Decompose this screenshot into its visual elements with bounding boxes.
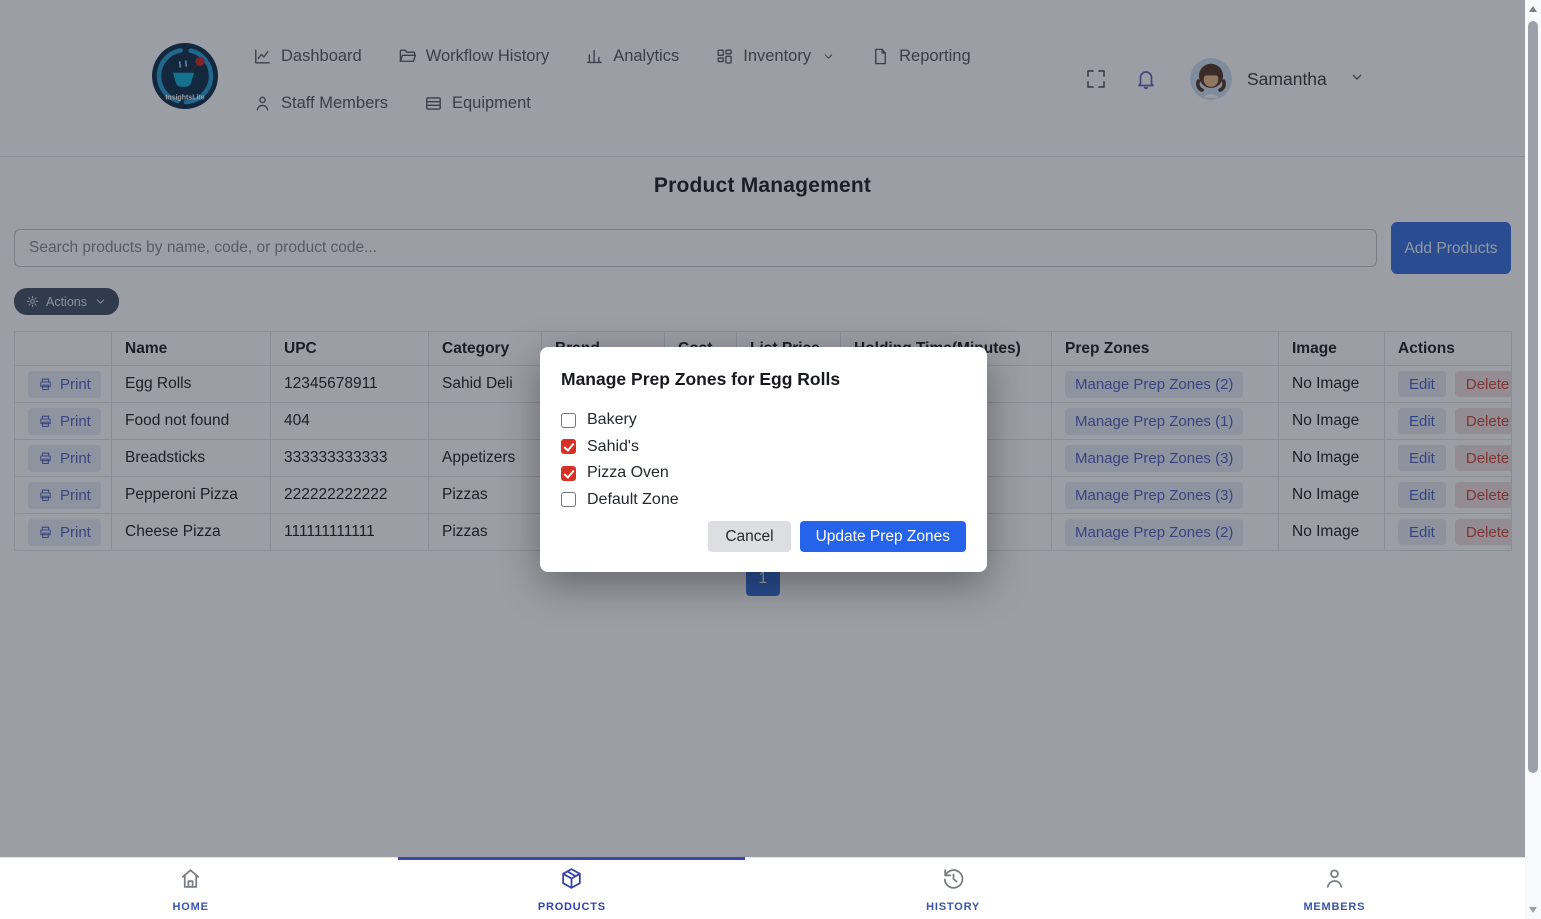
cube-icon [559, 866, 584, 896]
modal-title: Manage Prep Zones for Egg Rolls [561, 369, 841, 389]
bottom-nav-members[interactable]: MEMBERS [1144, 858, 1525, 919]
scrollbar-thumb[interactable] [1528, 21, 1538, 773]
bottom-nav-products[interactable]: PRODUCTS [381, 857, 762, 919]
prep-zones-modal: Manage Prep Zones for Egg Rolls Bakery S… [540, 347, 987, 572]
zone-row-default-zone: Default Zone [561, 487, 966, 514]
vertical-scrollbar[interactable] [1525, 0, 1541, 919]
bottom-nav-history[interactable]: HISTORY [763, 858, 1144, 919]
history-icon [941, 866, 966, 896]
checkbox-default-zone[interactable] [561, 492, 576, 508]
bottom-nav-home[interactable]: HOME [0, 858, 381, 919]
cancel-button[interactable]: Cancel [708, 521, 791, 552]
update-prep-zones-button[interactable]: Update Prep Zones [799, 521, 966, 552]
home-icon [178, 866, 203, 896]
modal-footer: Cancel Update Prep Zones [708, 521, 966, 552]
person-icon [1322, 866, 1347, 896]
scrollbar-down-arrow[interactable] [1529, 907, 1537, 913]
zone-row-sahids: Sahid's [561, 434, 966, 461]
app-root: InsightsLite Dashboard Workflow History … [0, 0, 1541, 919]
zone-row-bakery: Bakery [561, 407, 966, 434]
bottom-nav: HOME PRODUCTS HISTORY MEMBERS [0, 857, 1525, 919]
checkbox-bakery[interactable] [561, 412, 576, 428]
scrollbar-up-arrow[interactable] [1529, 6, 1537, 12]
zone-row-pizza-oven: Pizza Oven [561, 460, 966, 487]
checkbox-sahids[interactable] [561, 439, 576, 455]
checkbox-pizza-oven[interactable] [561, 465, 576, 481]
